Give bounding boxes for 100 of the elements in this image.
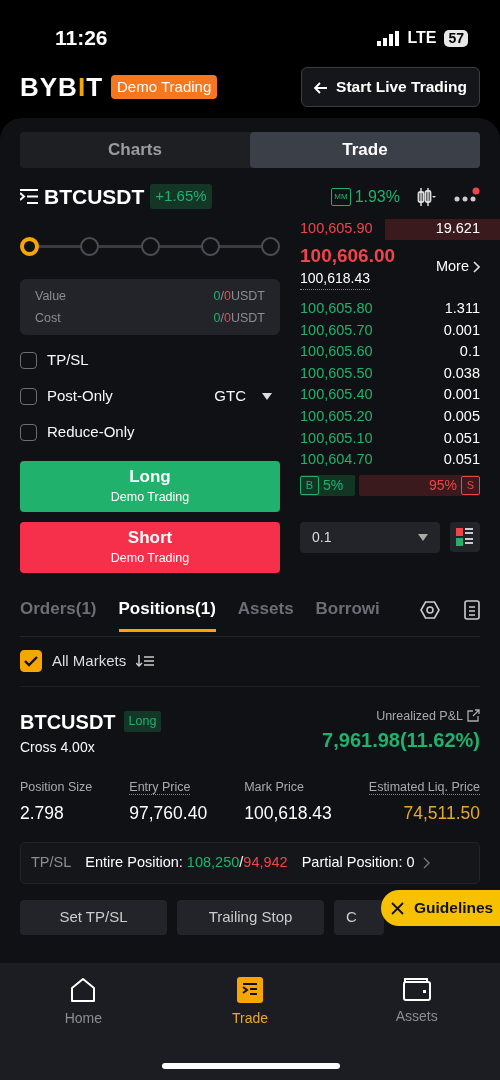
- bid-price[interactable]: 100,605.10: [300, 427, 373, 450]
- document-icon[interactable]: [464, 600, 480, 620]
- checkbox[interactable]: [20, 352, 37, 369]
- home-icon: [70, 977, 97, 1003]
- stat-value: 74,511.50: [402, 801, 480, 825]
- mark-price: 100,618.43: [300, 268, 371, 291]
- layout-toggle-icon[interactable]: [450, 521, 480, 552]
- terminal-icon: [237, 977, 263, 1003]
- slider-step[interactable]: [20, 236, 39, 256]
- nav-tab[interactable]: Assets: [333, 963, 500, 1080]
- action-button[interactable]: C: [334, 899, 384, 935]
- logo: BYBIT: [20, 70, 104, 104]
- position-tab[interactable]: Assets: [237, 595, 294, 633]
- bid-quantity: 0.051: [443, 428, 480, 448]
- bid-price[interactable]: 100,605.40: [300, 384, 373, 407]
- stat-label: Entry Price: [129, 779, 191, 795]
- summary-label: Cost: [35, 309, 61, 327]
- stat-label: Position Size: [20, 779, 93, 794]
- bid-quantity: 0.051: [443, 450, 480, 470]
- slider-step[interactable]: [200, 236, 220, 256]
- guidelines-toast[interactable]: Guidelines: [381, 890, 500, 926]
- position-tab[interactable]: Positions(1): [118, 595, 216, 633]
- bid-quantity: 0.038: [443, 363, 480, 383]
- network-label: LTE: [407, 28, 437, 48]
- option-label: Reduce-Only: [47, 422, 135, 443]
- ask-price[interactable]: 100,605.90: [300, 218, 373, 241]
- stat-value: 97,760.40: [129, 801, 208, 825]
- option-label: Post-Only: [47, 386, 113, 407]
- tpsl-entire: Entire Position: 108,250/94,942: [85, 852, 288, 872]
- view-tab[interactable]: Trade: [250, 132, 480, 168]
- bid-quantity: 0.1: [459, 342, 480, 362]
- position-symbol: BTCUSDT: [20, 709, 116, 735]
- tpsl-row[interactable]: TP/SL Entire Position: 108,250/94,942 Partial Position: 0: [20, 841, 480, 884]
- status-time: 11:26: [55, 25, 108, 52]
- bid-quantity: 0.001: [443, 320, 480, 340]
- sort-icon[interactable]: [136, 654, 155, 668]
- position-tab[interactable]: Borrowi: [315, 595, 380, 633]
- bid-price[interactable]: 100,605.70: [300, 319, 373, 342]
- checkbox[interactable]: [20, 388, 37, 405]
- bid-quantity: 0.001: [443, 385, 480, 405]
- tpsl-label: TP/SL: [31, 852, 72, 872]
- candlestick-icon[interactable]: [416, 186, 436, 207]
- position-tab[interactable]: Orders(1): [20, 595, 97, 633]
- mode-badge: Demo Trading: [111, 74, 218, 100]
- share-icon[interactable]: [467, 709, 480, 723]
- last-price: 100,606.00: [300, 244, 396, 269]
- settings-icon[interactable]: [420, 600, 440, 620]
- summary-value: 0/0USDT: [213, 309, 265, 327]
- menu-icon[interactable]: [20, 189, 38, 204]
- mm-ratio: 1.93%: [354, 186, 400, 207]
- start-live-button[interactable]: Start Live Trading: [301, 67, 480, 107]
- stat-label: Mark Price: [244, 779, 304, 794]
- slider-step[interactable]: [80, 236, 100, 256]
- filter-label: All Markets: [52, 650, 127, 671]
- view-tab[interactable]: Charts: [20, 132, 250, 168]
- tpsl-partial: Partial Position: 0: [301, 852, 415, 872]
- change-badge: +1.65%: [150, 184, 212, 209]
- more-link[interactable]: More: [435, 256, 480, 278]
- nav-tab[interactable]: Home: [0, 963, 167, 1080]
- pnl-label: Unrealized P&L: [376, 707, 463, 725]
- close-icon[interactable]: [391, 901, 404, 915]
- action-button[interactable]: Set TP/SL: [20, 899, 167, 935]
- buy-ratio-bar: B 5%: [300, 474, 355, 496]
- bid-price[interactable]: 100,604.70: [300, 449, 373, 471]
- option-label: TP/SL: [47, 350, 89, 371]
- stat-label: Estimated Liq. Price: [368, 779, 480, 795]
- checkbox[interactable]: [20, 424, 37, 441]
- signal-icon: [377, 30, 400, 46]
- ask-quantity: 19.621: [435, 219, 480, 239]
- symbol-name[interactable]: BTCUSDT: [44, 180, 145, 213]
- checkmark-icon: [24, 655, 38, 667]
- margin-mode: Cross 4.00x: [20, 737, 96, 757]
- checkbox[interactable]: [20, 650, 42, 672]
- summary-value: 0/0USDT: [213, 287, 265, 305]
- short-button[interactable]: Short Demo Trading: [20, 521, 280, 573]
- chevron-right-icon: [473, 261, 480, 274]
- mm-badge: MM: [331, 187, 351, 206]
- bid-quantity: 0.005: [443, 407, 480, 426]
- action-button[interactable]: Trailing Stop: [177, 899, 324, 935]
- slider-step[interactable]: [140, 236, 160, 256]
- arrow-left-icon: [314, 82, 329, 95]
- bid-price[interactable]: 100,605.80: [300, 298, 373, 320]
- stat-value: 100,618.43: [244, 801, 332, 825]
- summary-label: Value: [35, 287, 67, 305]
- battery-level: 57: [444, 29, 468, 47]
- time-in-force-select[interactable]: GTC: [214, 385, 272, 408]
- bid-price[interactable]: 100,605.60: [300, 341, 373, 363]
- bid-quantity: 1.311: [444, 299, 480, 318]
- sell-ratio-bar: 95% S: [359, 474, 480, 496]
- slider-step[interactable]: [261, 236, 280, 256]
- bid-price[interactable]: 100,605.20: [300, 406, 373, 428]
- stat-value: 2.798: [20, 801, 65, 825]
- unrealized-pnl: 7,961.98(11.62%): [322, 728, 480, 754]
- caret-icon: [418, 533, 428, 541]
- caret-icon: [262, 393, 272, 400]
- side-badge: Long: [123, 711, 162, 732]
- bid-price[interactable]: 100,605.50: [300, 362, 373, 385]
- wallet-icon: [402, 977, 431, 1001]
- chevron-right-icon: [422, 856, 430, 869]
- precision-select[interactable]: 0.1: [300, 521, 440, 553]
